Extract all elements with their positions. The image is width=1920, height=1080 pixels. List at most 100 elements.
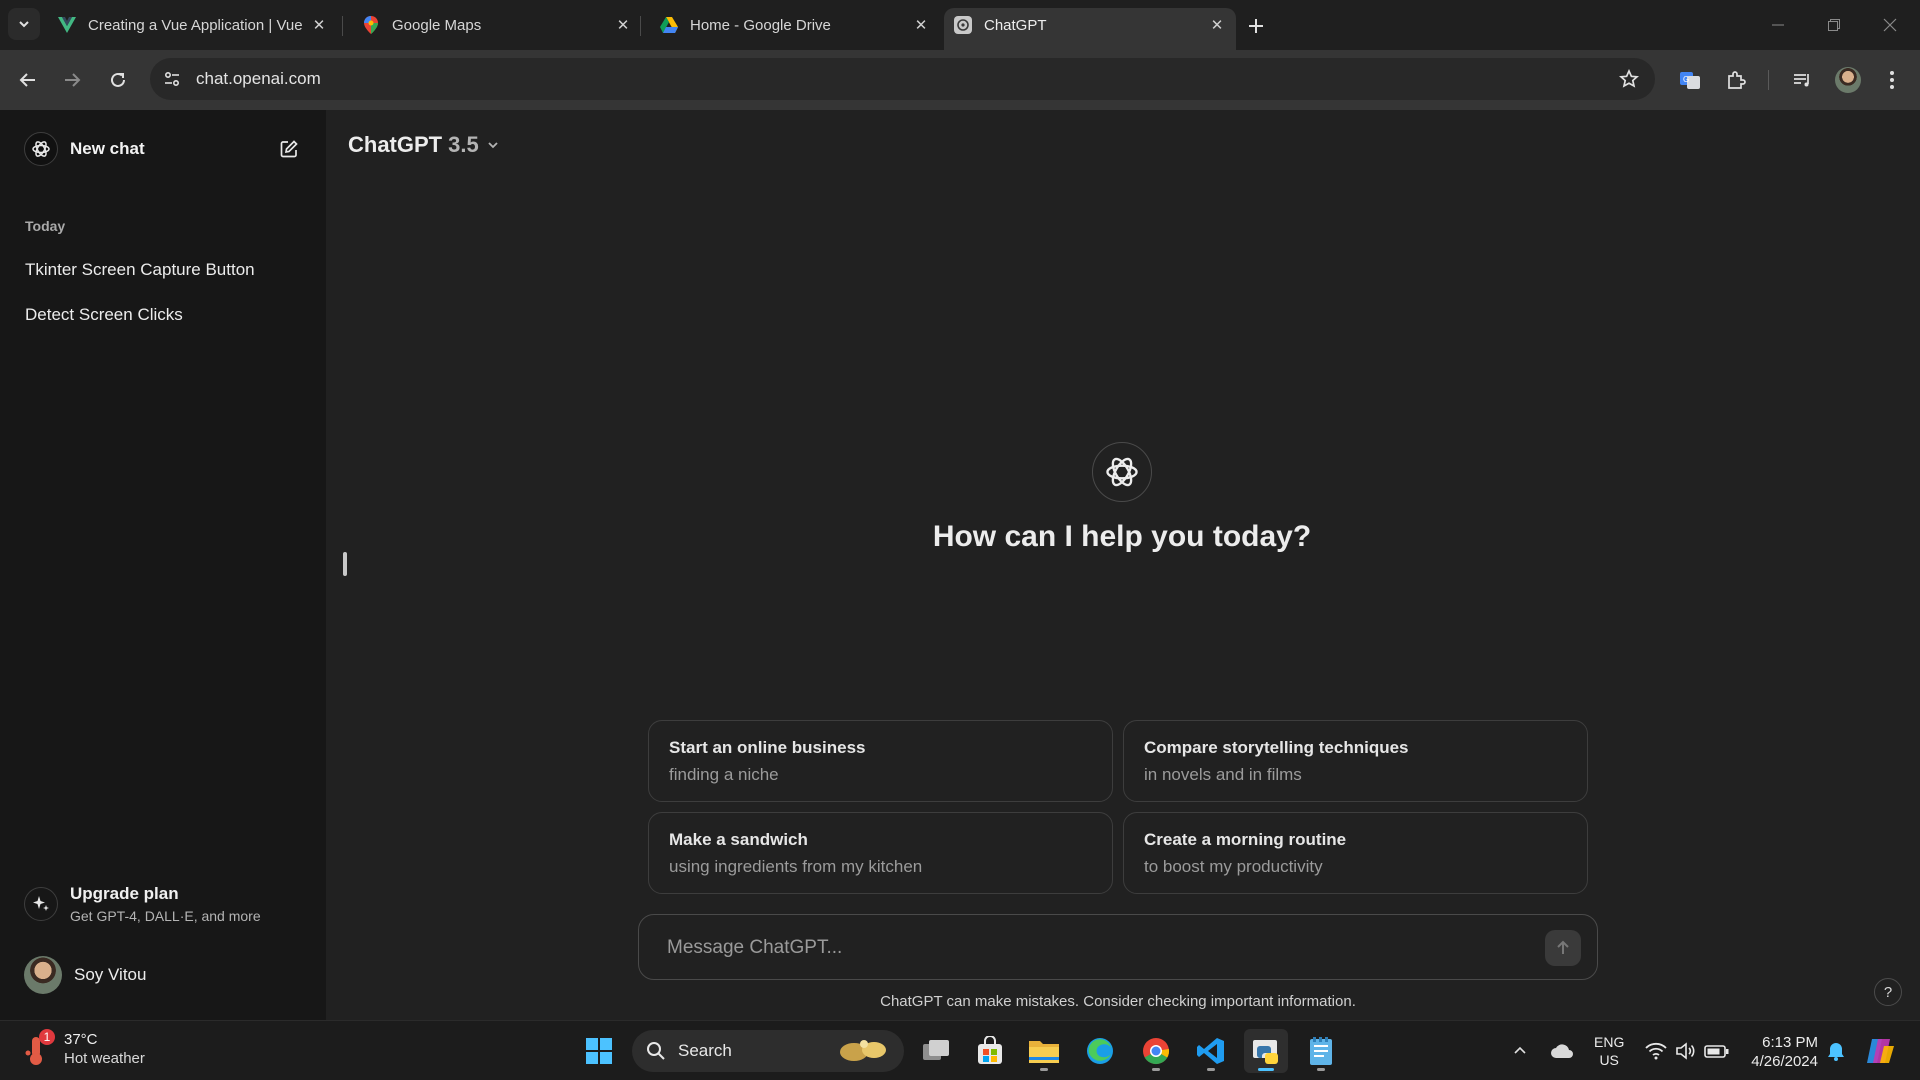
windows-logo-icon — [586, 1038, 612, 1064]
running-indicator — [1207, 1068, 1215, 1071]
python-idle-button[interactable] — [1244, 1029, 1288, 1073]
user-name: Soy Vitou — [74, 965, 147, 984]
forward-button[interactable] — [56, 64, 88, 96]
weather-widget[interactable]: 1 37°C Hot weather — [22, 1029, 145, 1069]
chevron-down-icon — [487, 139, 499, 151]
vscode-logo-icon — [1197, 1038, 1224, 1064]
close-icon[interactable]: ✕ — [1208, 16, 1226, 34]
weather-alert-badge: 1 — [39, 1029, 55, 1045]
tab-google-drive[interactable]: Home - Google Drive ✕ — [650, 8, 940, 42]
upgrade-plan-title: Upgrade plan — [70, 884, 179, 903]
edge-logo-icon — [1087, 1038, 1113, 1064]
vscode-button[interactable] — [1189, 1029, 1233, 1073]
thermometer-icon: 1 — [22, 1029, 56, 1069]
weather-condition: Hot weather — [64, 1050, 145, 1067]
avatar — [24, 956, 62, 994]
battery-icon[interactable] — [1703, 1029, 1731, 1073]
tab-search-button[interactable] — [8, 8, 40, 40]
tab-chatgpt[interactable]: ChatGPT ✕ — [944, 8, 1236, 50]
notepad-button[interactable] — [1299, 1029, 1343, 1073]
search-icon — [647, 1042, 665, 1060]
suggestion-card[interactable]: Compare storytelling techniques in novel… — [1123, 720, 1588, 802]
compose-edit-icon[interactable] — [278, 138, 300, 160]
close-window-button[interactable] — [1870, 8, 1910, 42]
send-button[interactable] — [1545, 930, 1581, 966]
running-indicator — [1040, 1068, 1048, 1071]
translate-extension-icon[interactable]: G — [1674, 64, 1706, 96]
tab-strip: Creating a Vue Application | Vue ✕ Googl… — [0, 0, 1920, 50]
suggestion-card[interactable]: Make a sandwich using ingredients from m… — [648, 812, 1113, 894]
new-chat-label: New chat — [70, 139, 145, 158]
back-button[interactable] — [12, 64, 44, 96]
reload-icon — [111, 72, 125, 87]
new-tab-button[interactable] — [1242, 12, 1270, 40]
chatgpt-logo-icon — [954, 16, 972, 34]
svg-text:G: G — [1683, 75, 1689, 84]
new-chat-button[interactable]: New chat — [14, 126, 312, 172]
python-logo-icon — [1253, 1040, 1278, 1064]
site-info-icon[interactable] — [160, 67, 184, 91]
task-view-button[interactable] — [914, 1029, 958, 1073]
browser-window: Creating a Vue Application | Vue ✕ Googl… — [0, 0, 1920, 1020]
tab-title: Creating a Vue Application | Vue — [88, 16, 303, 34]
clock-date: 4/26/2024 — [1751, 1053, 1818, 1070]
notification-bell-icon[interactable] — [1824, 1029, 1848, 1073]
taskbar: 1 37°C Hot weather Search ENG US 6:13 PM… — [0, 1020, 1920, 1080]
suggestion-subtitle: to boost my productivity — [1144, 857, 1323, 876]
model-selector[interactable]: ChatGPT 3.5 — [340, 128, 507, 162]
message-input[interactable] — [667, 933, 1507, 963]
menu-kebab-icon[interactable] — [1876, 64, 1908, 96]
upgrade-plan-button[interactable]: Upgrade plan Get GPT-4, DALL·E, and more — [14, 876, 312, 932]
upgrade-plan-subtitle: Get GPT-4, DALL·E, and more — [70, 908, 261, 924]
minimize-button[interactable] — [1758, 8, 1798, 42]
input-language-indicator[interactable]: ENG US — [1594, 1033, 1624, 1069]
sidebar-collapse-handle[interactable] — [343, 552, 347, 576]
copilot-icon[interactable] — [1862, 1029, 1898, 1073]
toolbar-separator — [1768, 70, 1769, 90]
tab-vue[interactable]: Creating a Vue Application | Vue ✕ — [48, 8, 338, 42]
tab-google-maps[interactable]: Google Maps ✕ — [352, 8, 642, 42]
volume-icon[interactable] — [1673, 1029, 1699, 1073]
user-menu-button[interactable]: Soy Vitou — [14, 950, 312, 1000]
arrow-right-icon — [65, 73, 81, 87]
media-control-icon[interactable] — [1786, 64, 1818, 96]
close-icon — [1883, 18, 1897, 32]
microsoft-store-button[interactable] — [968, 1029, 1012, 1073]
onedrive-icon[interactable] — [1548, 1029, 1576, 1073]
edge-browser-button[interactable] — [1078, 1029, 1122, 1073]
close-icon[interactable]: ✕ — [310, 16, 328, 34]
reload-button[interactable] — [102, 64, 134, 96]
show-hidden-icons-button[interactable] — [1508, 1029, 1532, 1073]
suggestion-subtitle: in novels and in films — [1144, 765, 1302, 784]
windows-start-button[interactable] — [577, 1029, 621, 1073]
help-button[interactable]: ? — [1874, 978, 1902, 1006]
wifi-icon[interactable] — [1643, 1029, 1669, 1073]
suggestion-card[interactable]: Start an online business finding a niche — [648, 720, 1113, 802]
notepad-icon — [1310, 1037, 1332, 1065]
taskbar-search-box[interactable]: Search — [632, 1030, 904, 1072]
file-explorer-button[interactable] — [1022, 1029, 1066, 1073]
suggestion-card[interactable]: Create a morning routine to boost my pro… — [1123, 812, 1588, 894]
openai-logo-icon — [1092, 442, 1152, 502]
extensions-puzzle-icon[interactable] — [1720, 64, 1752, 96]
chrome-browser-button[interactable] — [1134, 1029, 1178, 1073]
restore-button[interactable] — [1814, 8, 1854, 42]
chevron-up-icon — [1514, 1046, 1526, 1054]
language-primary: ENG — [1594, 1034, 1625, 1050]
system-clock[interactable]: 6:13 PM 4/26/2024 — [1742, 1033, 1818, 1071]
bookmark-star-icon[interactable] — [1617, 67, 1641, 91]
running-indicator — [1317, 1068, 1325, 1071]
sidebar: New chat Today Tkinter Screen Capture Bu… — [0, 110, 326, 1020]
history-item[interactable]: Tkinter Screen Capture Button — [14, 250, 312, 290]
model-version: 3.5 — [448, 132, 479, 157]
close-icon[interactable]: ✕ — [912, 16, 930, 34]
address-bar[interactable]: chat.openai.com — [150, 58, 1655, 100]
restore-icon — [1828, 19, 1840, 31]
url-text[interactable]: chat.openai.com — [196, 69, 321, 89]
suggestion-title: Compare storytelling techniques — [1144, 738, 1409, 757]
history-item[interactable]: Detect Screen Clicks — [14, 295, 312, 335]
tab-title: Home - Google Drive — [690, 16, 831, 34]
close-icon[interactable]: ✕ — [614, 16, 632, 34]
suggestion-subtitle: finding a niche — [669, 765, 779, 784]
profile-avatar[interactable] — [1832, 64, 1864, 96]
